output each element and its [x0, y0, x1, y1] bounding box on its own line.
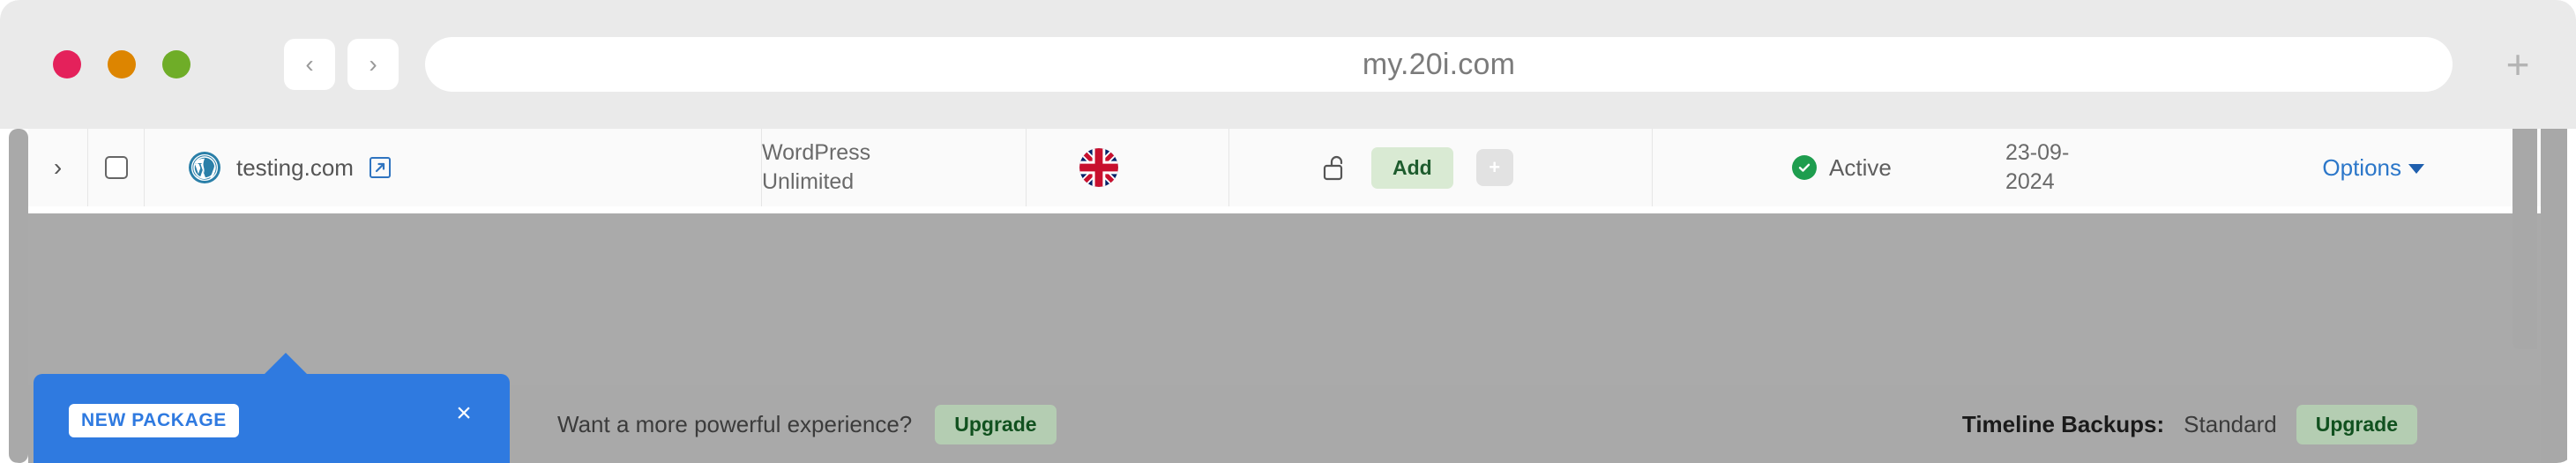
- close-icon[interactable]: ×: [450, 400, 478, 429]
- minimize-window-button[interactable]: [108, 50, 136, 78]
- right-scrollbar[interactable]: [2541, 129, 2567, 463]
- forward-button[interactable]: ›: [347, 39, 399, 90]
- backups-label: Timeline Backups:: [1961, 410, 2165, 437]
- plan-name-line2: Unlimited: [762, 169, 855, 194]
- browser-window: ‹ › my.20i.com + › testing.com WordPress…: [0, 0, 2576, 463]
- chevron-down-icon: [2408, 163, 2424, 174]
- external-link-icon[interactable]: [369, 157, 391, 178]
- plan-cell: WordPress Unlimited: [762, 129, 1027, 206]
- footer-promo: Want a more powerful experience? Upgrade: [557, 404, 1057, 444]
- uk-flag-icon: [1079, 148, 1118, 187]
- chevron-right-icon: ›: [369, 50, 377, 78]
- add-more-button[interactable]: +: [1475, 149, 1513, 186]
- traffic-lights: [53, 50, 190, 78]
- domain-name: testing.com: [236, 153, 354, 181]
- options-label: Options: [2322, 153, 2401, 181]
- left-scrollbar[interactable]: [9, 129, 28, 463]
- backups-value: Standard: [2184, 410, 2277, 437]
- navigation-buttons: ‹ ›: [284, 39, 399, 90]
- new-package-popover: NEW PACKAGE × Your new hosting package h…: [34, 353, 510, 463]
- date-line1: 23-09-: [2005, 140, 2070, 165]
- backups-upgrade-button[interactable]: Upgrade: [2296, 404, 2417, 444]
- address-bar[interactable]: my.20i.com: [425, 37, 2453, 92]
- row-checkbox[interactable]: [104, 156, 128, 179]
- popover-badge: NEW PACKAGE: [69, 404, 239, 437]
- expand-row-button[interactable]: ›: [28, 129, 88, 206]
- new-tab-button[interactable]: +: [2484, 44, 2551, 85]
- popover-arrow: [263, 353, 309, 376]
- date-line2: 2024: [2005, 169, 2055, 194]
- maximize-window-button[interactable]: [162, 50, 190, 78]
- domain-cell: testing.com: [145, 129, 762, 206]
- chevron-left-icon: ‹: [305, 50, 314, 78]
- browser-chrome: ‹ › my.20i.com +: [0, 0, 2576, 129]
- status-cell: Active: [1653, 129, 2005, 206]
- promo-upgrade-button[interactable]: Upgrade: [935, 404, 1057, 444]
- unlocked-padlock-icon: [1322, 153, 1348, 183]
- footer-backups: Timeline Backups: Standard Upgrade: [1961, 404, 2417, 444]
- vertical-scrollbar-thumb[interactable]: [2513, 129, 2537, 349]
- url-text: my.20i.com: [1362, 47, 1516, 81]
- ssl-cell: Add +: [1229, 129, 1653, 206]
- status-badge: Active: [1829, 153, 1892, 181]
- region-cell: [1027, 129, 1229, 206]
- promo-text: Want a more powerful experience?: [557, 410, 913, 437]
- close-window-button[interactable]: [53, 50, 81, 78]
- chevron-right-icon: ›: [53, 153, 63, 181]
- wordpress-icon: [189, 152, 220, 183]
- page-content: › testing.com WordPress Unlimited Add + …: [0, 129, 2576, 463]
- row-select-cell[interactable]: [88, 129, 145, 206]
- plus-icon: +: [2505, 41, 2530, 87]
- popover-message: Your new hosting package has been create…: [69, 459, 474, 463]
- check-circle-icon: [1792, 155, 1817, 180]
- back-button[interactable]: ‹: [284, 39, 335, 90]
- plan-name-line1: WordPress: [762, 140, 871, 165]
- table-row[interactable]: › testing.com WordPress Unlimited Add + …: [28, 129, 2541, 206]
- options-cell: Options: [2155, 129, 2541, 206]
- add-ssl-button[interactable]: Add: [1371, 146, 1453, 189]
- options-dropdown-button[interactable]: Options: [2322, 154, 2424, 182]
- date-cell: 23-09- 2024: [2005, 129, 2155, 206]
